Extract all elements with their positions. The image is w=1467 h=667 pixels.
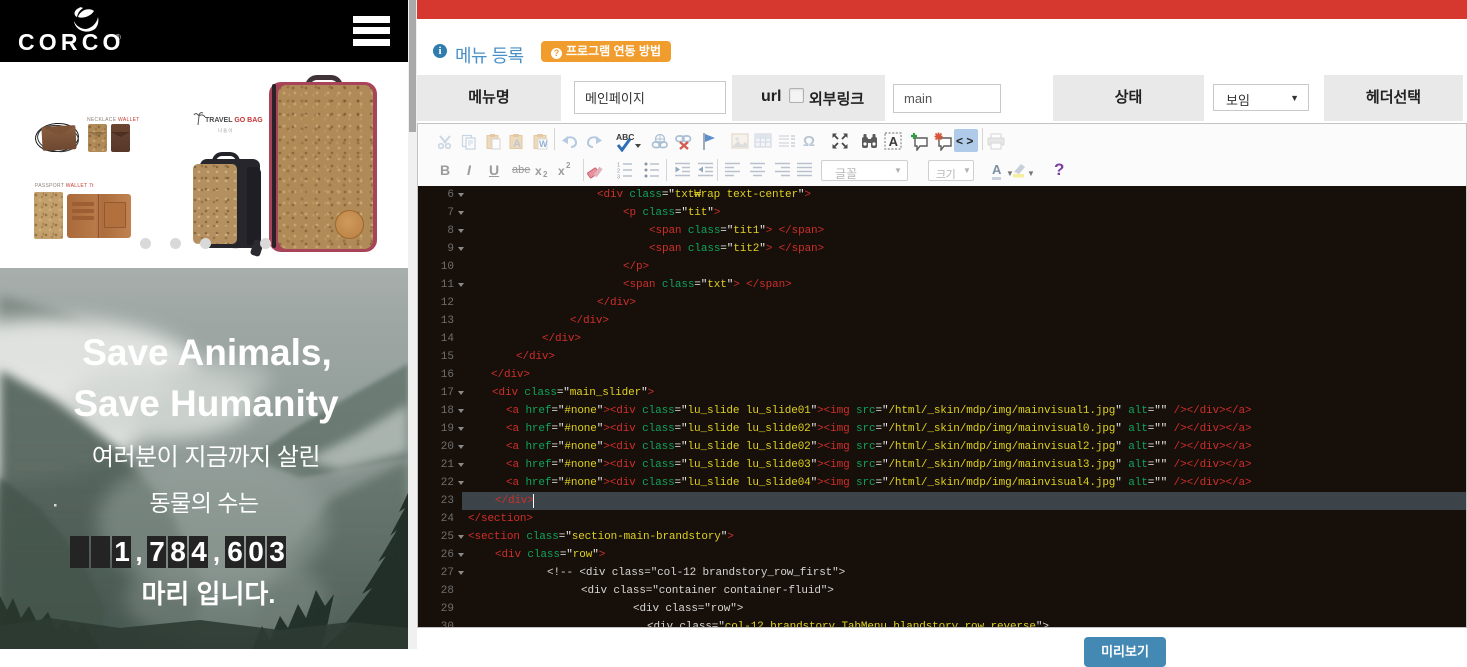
svg-text:Ω: Ω [803, 133, 815, 150]
svg-text:®: ® [115, 33, 121, 42]
svg-text:ABC: ABC [616, 132, 634, 142]
svg-text:W: W [539, 139, 548, 149]
svg-text:3: 3 [617, 175, 620, 180]
svg-text:< >: < > [956, 134, 973, 148]
svg-text:CORCO: CORCO [18, 29, 125, 55]
svg-text:A: A [889, 134, 899, 149]
svg-text:A: A [513, 138, 521, 150]
